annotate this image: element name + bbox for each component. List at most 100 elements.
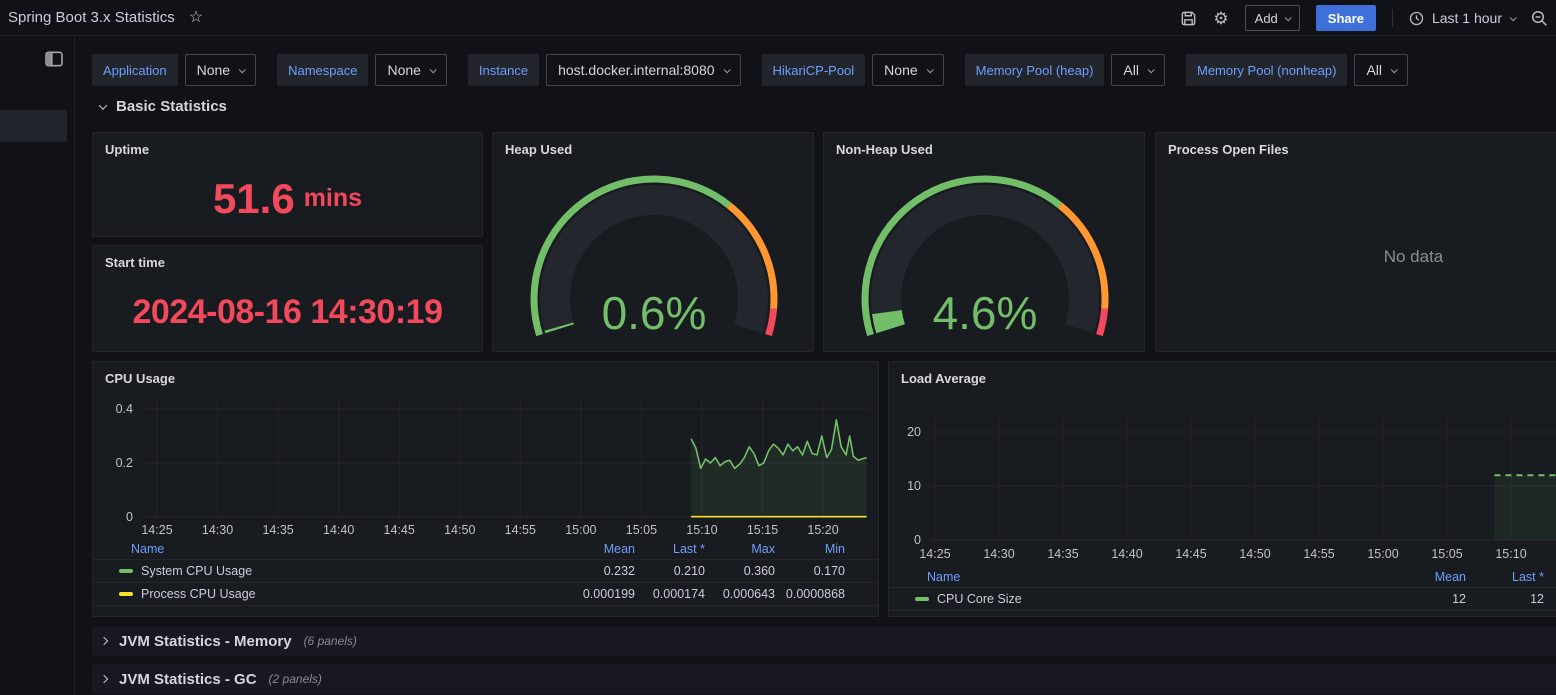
legend-series-swatch — [915, 597, 929, 601]
svg-text:15:20: 15:20 — [807, 523, 838, 537]
share-button[interactable]: Share — [1315, 5, 1376, 31]
svg-text:14:45: 14:45 — [1175, 547, 1206, 561]
variable-label[interactable]: Application — [92, 54, 178, 86]
panel-load-average: Load Average 0 10 20 14:25 14:30 14:35 14:40 14… — [888, 361, 1556, 617]
toolbar-divider — [1391, 9, 1393, 27]
svg-text:14:35: 14:35 — [262, 523, 293, 537]
row-title: JVM Statistics - GC — [119, 670, 257, 688]
svg-text:15:00: 15:00 — [1367, 547, 1398, 561]
legend-value: 12 — [1530, 592, 1544, 606]
variable-value-dropdown[interactable]: host.docker.internal:8080 — [546, 54, 741, 86]
chevron-down-icon — [1147, 65, 1155, 73]
legend-series-swatch — [119, 569, 133, 573]
panel-title[interactable]: Start time — [93, 246, 482, 270]
legend-value: 12 — [1452, 592, 1466, 606]
legend-series-name: CPU Core Size — [937, 592, 1022, 606]
sidebar-selected-item[interactable] — [0, 110, 67, 142]
cpu-usage-chart[interactable]: 0 0.2 0.4 14:25 14:30 14:35 14:40 14:45 14:50 14:… — [93, 362, 880, 544]
zoom-out-time-icon[interactable] — [1531, 10, 1548, 27]
row-jvm-statistics-memory[interactable]: JVM Statistics - Memory (6 panels) — [92, 626, 1556, 656]
legend-series-name: Process CPU Usage — [141, 587, 256, 601]
legend-values: 0.232 0.210 0.360 0.170 — [565, 564, 845, 578]
load-average-chart[interactable]: 0 10 20 14:25 14:30 14:35 14:40 14:45 14:50 14:55… — [889, 362, 1556, 564]
variable-pair: Instance host.docker.internal:8080 — [467, 54, 741, 86]
variable-value-dropdown[interactable]: None — [184, 54, 257, 86]
panel-uptime: Uptime 51.6 mins — [92, 132, 483, 237]
legend-series[interactable]: CPU Core Size — [889, 592, 1388, 606]
variable-label[interactable]: Memory Pool (heap) — [964, 54, 1105, 86]
legend-value: 0.000199 — [582, 587, 635, 601]
svg-text:14:50: 14:50 — [444, 523, 475, 537]
variable-selected-value: None — [387, 62, 421, 78]
panel-cpu-usage: CPU Usage 0 0.2 0.4 14:25 14:30 14:35 14:40 14:… — [92, 361, 879, 617]
svg-text:15:10: 15:10 — [686, 523, 717, 537]
chevron-right-icon — [99, 636, 109, 646]
legend-column-header[interactable]: Min — [775, 542, 845, 556]
uptime-stat: 51.6 mins — [93, 161, 482, 236]
legend-column-header[interactable]: Max — [705, 542, 775, 556]
variable-label[interactable]: Namespace — [277, 54, 369, 86]
panel-title[interactable]: Process Open Files — [1156, 133, 1556, 157]
dashboard-title: Spring Boot 3.x Statistics — [8, 9, 175, 26]
nonheap-used-gauge: 4.6% — [861, 175, 1109, 339]
load-average-legend: Name Mean Last * CPU Core Size 12 12 — [889, 566, 1556, 611]
svg-text:14:55: 14:55 — [1303, 547, 1334, 561]
save-dashboard-icon[interactable] — [1180, 10, 1197, 27]
legend-value: 0.360 — [743, 564, 775, 578]
svg-text:15:10: 15:10 — [1495, 547, 1526, 561]
legend-series[interactable]: Process CPU Usage — [93, 587, 565, 601]
clock-icon — [1409, 11, 1424, 25]
legend-column-header[interactable]: Mean — [565, 542, 635, 556]
variable-value-dropdown[interactable]: All — [1354, 54, 1409, 86]
dock-sidebar-icon[interactable] — [44, 50, 64, 68]
row-jvm-statistics-gc[interactable]: JVM Statistics - GC (2 panels) — [92, 664, 1556, 694]
row-title: JVM Statistics - Memory — [119, 632, 292, 650]
uptime-unit: mins — [303, 184, 363, 212]
svg-text:14:35: 14:35 — [1047, 547, 1078, 561]
svg-text:20: 20 — [907, 425, 921, 439]
legend-series[interactable]: System CPU Usage — [93, 564, 565, 578]
panel-title[interactable]: Uptime — [93, 133, 482, 157]
legend-value: 0.232 — [603, 564, 635, 578]
dashboard-settings-gear-icon[interactable]: ⚙ — [1213, 10, 1228, 27]
variable-value-dropdown[interactable]: None — [375, 54, 447, 86]
time-range-picker[interactable]: Last 1 hour — [1409, 10, 1517, 26]
variable-label[interactable]: Instance — [467, 54, 540, 86]
start-time-stat: 2024-08-16 14:30:19 — [93, 274, 482, 351]
variable-pair: HikariCP-Pool None — [761, 54, 944, 86]
variable-label[interactable]: Memory Pool (nonheap) — [1185, 54, 1348, 86]
panel-process-open-files: Process Open Files No data — [1155, 132, 1556, 352]
legend-header-name[interactable]: Name — [889, 570, 1388, 584]
legend-value: 0.000643 — [722, 587, 775, 601]
svg-text:0.2: 0.2 — [116, 456, 133, 470]
legend-column-header[interactable]: Last * — [1466, 570, 1544, 584]
legend-value: 0.170 — [813, 564, 845, 578]
variable-label[interactable]: HikariCP-Pool — [761, 54, 866, 86]
panel-nonheap-used: Non-Heap Used 4.6% — [823, 132, 1145, 352]
chevron-down-icon — [429, 65, 437, 73]
legend-header-name[interactable]: Name — [93, 542, 565, 556]
svg-text:14:40: 14:40 — [323, 523, 354, 537]
chevron-down-icon — [1390, 65, 1398, 73]
legend-series-name: System CPU Usage — [141, 564, 253, 578]
chevron-right-icon — [99, 674, 109, 684]
legend-column-header[interactable]: Last * — [635, 542, 705, 556]
favorite-star-icon[interactable]: ☆ — [189, 9, 203, 26]
row-panel-count: (6 panels) — [303, 634, 357, 648]
variable-pair: Application None — [92, 54, 257, 86]
no-data-label: No data — [1383, 247, 1444, 266]
variable-value-dropdown[interactable]: All — [1111, 54, 1165, 86]
variable-value-dropdown[interactable]: None — [872, 54, 944, 86]
svg-text:14:25: 14:25 — [919, 547, 950, 561]
svg-text:14:40: 14:40 — [1111, 547, 1142, 561]
variable-selected-value: None — [196, 62, 231, 78]
svg-text:14:30: 14:30 — [983, 547, 1014, 561]
svg-text:15:05: 15:05 — [626, 523, 657, 537]
section-basic-statistics[interactable]: Basic Statistics — [98, 98, 227, 115]
chevron-down-icon — [98, 100, 108, 110]
add-button[interactable]: Add — [1244, 5, 1300, 31]
heap-used-gauge: 0.6% — [530, 175, 778, 339]
time-range-label: Last 1 hour — [1431, 10, 1502, 26]
svg-text:10: 10 — [907, 479, 921, 493]
legend-column-header[interactable]: Mean — [1388, 570, 1466, 584]
